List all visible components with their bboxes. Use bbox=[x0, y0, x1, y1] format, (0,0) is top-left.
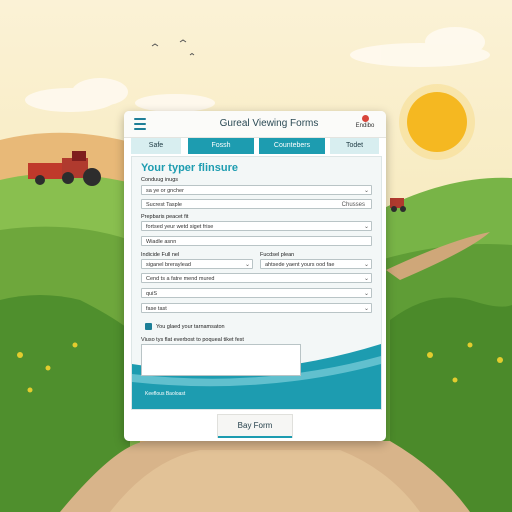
field-row-1[interactable]: Sucrest Tasple Chusses bbox=[141, 199, 372, 209]
footer-note: Keeflous Baoloast bbox=[145, 391, 186, 397]
row-1-left-value: Sucrest Tasple bbox=[146, 202, 182, 208]
submit-button[interactable]: Bay Form bbox=[217, 414, 293, 438]
select-5-value: Cend ts a fatre mend mured bbox=[146, 276, 215, 282]
chevron-down-icon: ⌄ bbox=[363, 276, 369, 282]
tab-todet[interactable]: Todet bbox=[330, 138, 379, 154]
app-title: Gureal Viewing Forms bbox=[219, 118, 319, 129]
select-7[interactable]: fase tast ⌄ bbox=[141, 303, 372, 313]
label-right-4: Fucdsel plean bbox=[260, 252, 295, 258]
chevron-down-icon: ⌄ bbox=[363, 188, 369, 194]
menu-icon[interactable] bbox=[134, 118, 146, 130]
label-left-4: Indicide Full nel bbox=[141, 252, 180, 258]
tab-countebers[interactable]: Countebers bbox=[259, 138, 325, 154]
tab-fossh[interactable]: Fossh bbox=[188, 138, 254, 154]
user-label: Endibo bbox=[355, 123, 375, 129]
chevron-down-icon: ⌄ bbox=[244, 262, 250, 268]
select-2[interactable]: fortsed yeur wetd siget frise ⌄ bbox=[141, 221, 372, 231]
chevron-down-icon: ⌄ bbox=[363, 306, 369, 312]
select-left-4-value: siganel breraylead bbox=[146, 262, 191, 268]
select-right-4-value: ahtsede yaent yours ood fae bbox=[265, 262, 335, 268]
chevron-down-icon: ⌄ bbox=[363, 262, 369, 268]
select-5[interactable]: Cend ts a fatre mend mured ⌄ bbox=[141, 273, 372, 283]
field-3-value: Wiadle asnn bbox=[146, 239, 177, 245]
select-2-value: fortsed yeur wetd siget frise bbox=[146, 224, 214, 230]
tab-bar: Safe Fossh Countebers Todet bbox=[131, 138, 379, 155]
comments-textarea[interactable] bbox=[141, 344, 301, 376]
section-label: Conduug inugs bbox=[141, 177, 179, 183]
tab-safe[interactable]: Safe bbox=[131, 138, 181, 154]
select-right-4[interactable]: ahtsede yaent yours ood fae ⌄ bbox=[260, 259, 372, 269]
title-bar: Gureal Viewing Forms Endibo bbox=[124, 111, 386, 138]
label-2: Prepbaris peacet fit bbox=[141, 214, 189, 220]
avatar-icon bbox=[361, 115, 369, 122]
select-6[interactable]: quiS ⌄ bbox=[141, 288, 372, 298]
row-1-right-value: Chusses bbox=[341, 202, 365, 208]
chevron-down-icon: ⌄ bbox=[363, 291, 369, 297]
select-7-value: fase tast bbox=[146, 306, 167, 312]
select-1[interactable]: sa ye or gncher ⌄ bbox=[141, 185, 372, 195]
agree-checkbox[interactable] bbox=[145, 323, 152, 330]
checkbox-label: You glaed your tarnamsaton bbox=[156, 324, 225, 330]
form-heading: Your typer flinsure bbox=[141, 162, 238, 174]
user-menu[interactable]: Endibo bbox=[352, 115, 378, 129]
field-3[interactable]: Wiadle asnn bbox=[141, 236, 372, 246]
select-6-value: quiS bbox=[146, 291, 158, 297]
form-window: Gureal Viewing Forms Endibo Safe Fossh C… bbox=[124, 111, 386, 441]
textarea-label: Viuso tys flat everbost to poqueal tiket… bbox=[141, 337, 244, 343]
select-left-4[interactable]: siganel breraylead ⌄ bbox=[141, 259, 253, 269]
select-1-value: sa ye or gncher bbox=[146, 188, 184, 194]
form-panel: Your typer flinsure Conduug inugs sa ye … bbox=[131, 156, 382, 410]
chevron-down-icon: ⌄ bbox=[363, 224, 369, 230]
